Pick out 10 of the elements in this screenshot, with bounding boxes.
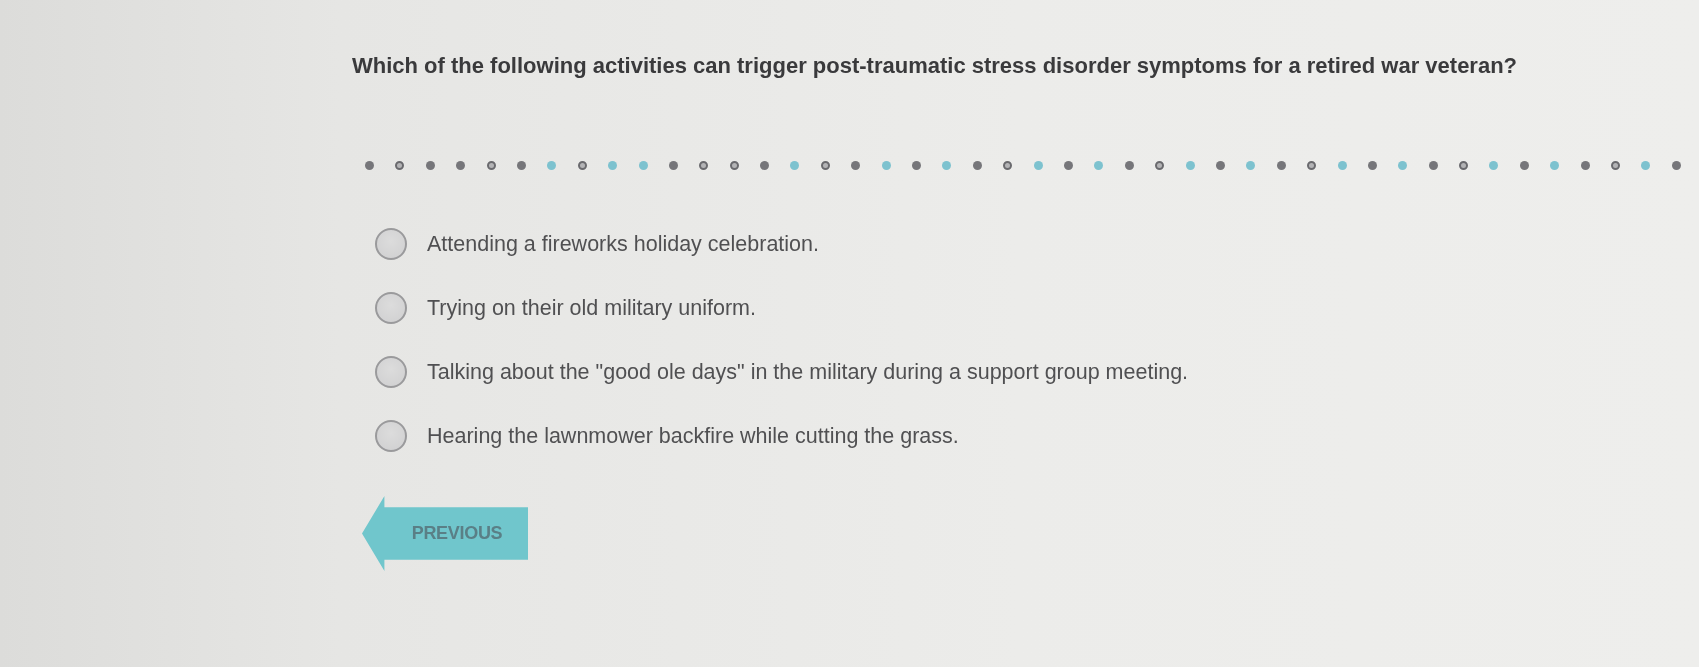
option-label: Attending a fireworks holiday celebration.	[427, 231, 819, 257]
radio-button[interactable]	[375, 420, 407, 452]
radio-button[interactable]	[375, 356, 407, 388]
option-label: Hearing the lawnmower backfire while cutting the grass.	[427, 423, 959, 449]
option-label: Trying on their old military uniform.	[427, 295, 756, 321]
radio-button[interactable]	[375, 292, 407, 324]
option-label: Talking about the "good ole days" in the military during a support group meeting.	[427, 359, 1189, 385]
radio-button[interactable]	[375, 228, 407, 260]
previous-button[interactable]: PREVIOUS	[362, 496, 528, 571]
question-text: Which of the following activities can trigger post-traumatic stress disorder symptoms for a retired war veteran?	[352, 52, 1518, 80]
